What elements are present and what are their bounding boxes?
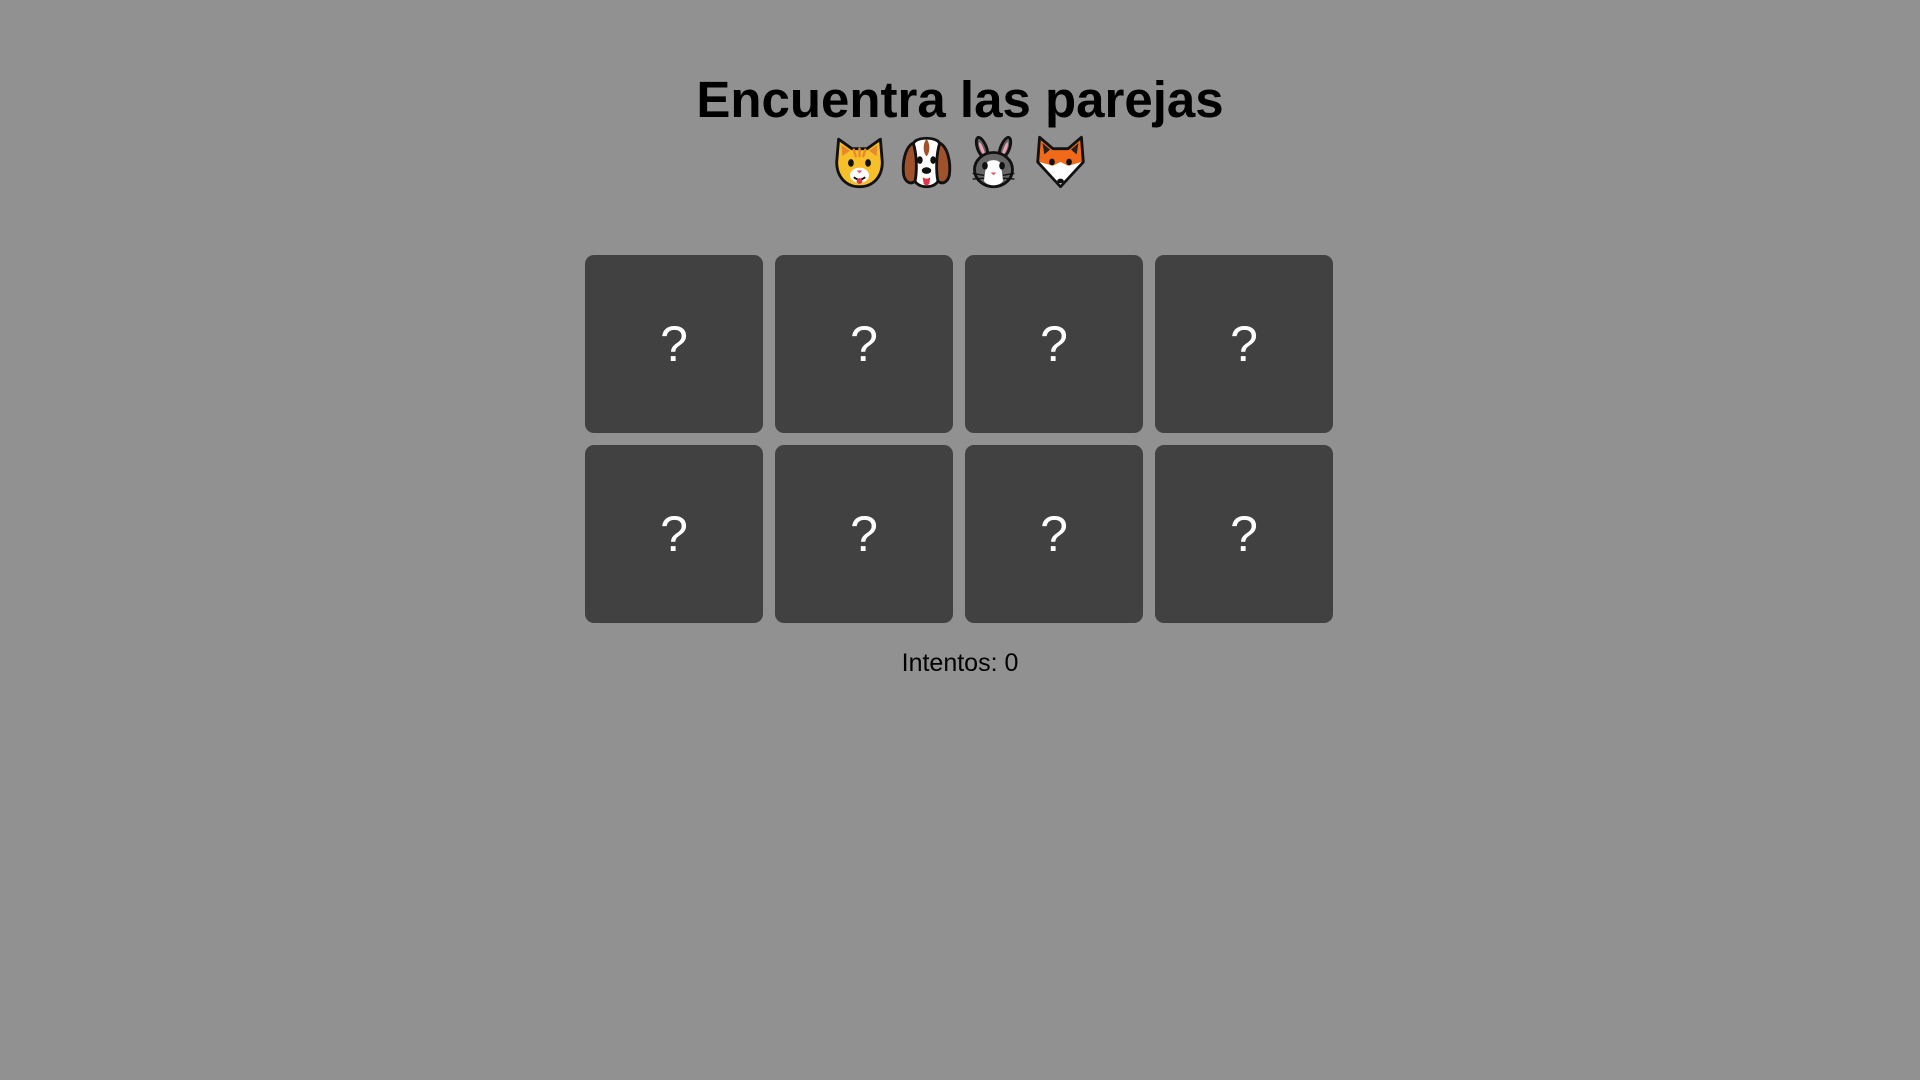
card-question-mark: ? bbox=[1040, 506, 1068, 562]
card-grid: ? ? ? ? ? ? ? ? bbox=[585, 255, 1335, 623]
memory-card[interactable]: ? bbox=[1155, 445, 1333, 623]
memory-card[interactable]: ? bbox=[775, 445, 953, 623]
cat-face-icon bbox=[835, 137, 884, 189]
card-question-mark: ? bbox=[850, 506, 878, 562]
card-question-mark: ? bbox=[660, 506, 688, 562]
attempts-counter: Intentos: 0 bbox=[901, 649, 1019, 677]
memory-card[interactable]: ? bbox=[585, 255, 763, 433]
card-question-mark: ? bbox=[1040, 316, 1068, 372]
animal-icons-row bbox=[0, 132, 1920, 192]
card-question-mark: ? bbox=[850, 316, 878, 372]
card-question-mark: ? bbox=[1230, 316, 1258, 372]
dog-face-icon bbox=[901, 136, 952, 189]
card-question-mark: ? bbox=[1230, 506, 1258, 562]
memory-card[interactable]: ? bbox=[585, 445, 763, 623]
rabbit-face-icon bbox=[972, 135, 1015, 189]
memory-card[interactable]: ? bbox=[965, 255, 1143, 433]
card-question-mark: ? bbox=[660, 316, 688, 372]
memory-card[interactable]: ? bbox=[1155, 255, 1333, 433]
page-title: Encuentra las parejas bbox=[696, 71, 1224, 128]
game-page: Encuentra las parejas ? ? ? ? ? ? ? ? In… bbox=[0, 0, 1920, 1080]
fox-face-icon bbox=[1036, 135, 1085, 189]
memory-card[interactable]: ? bbox=[775, 255, 953, 433]
memory-card[interactable]: ? bbox=[965, 445, 1143, 623]
